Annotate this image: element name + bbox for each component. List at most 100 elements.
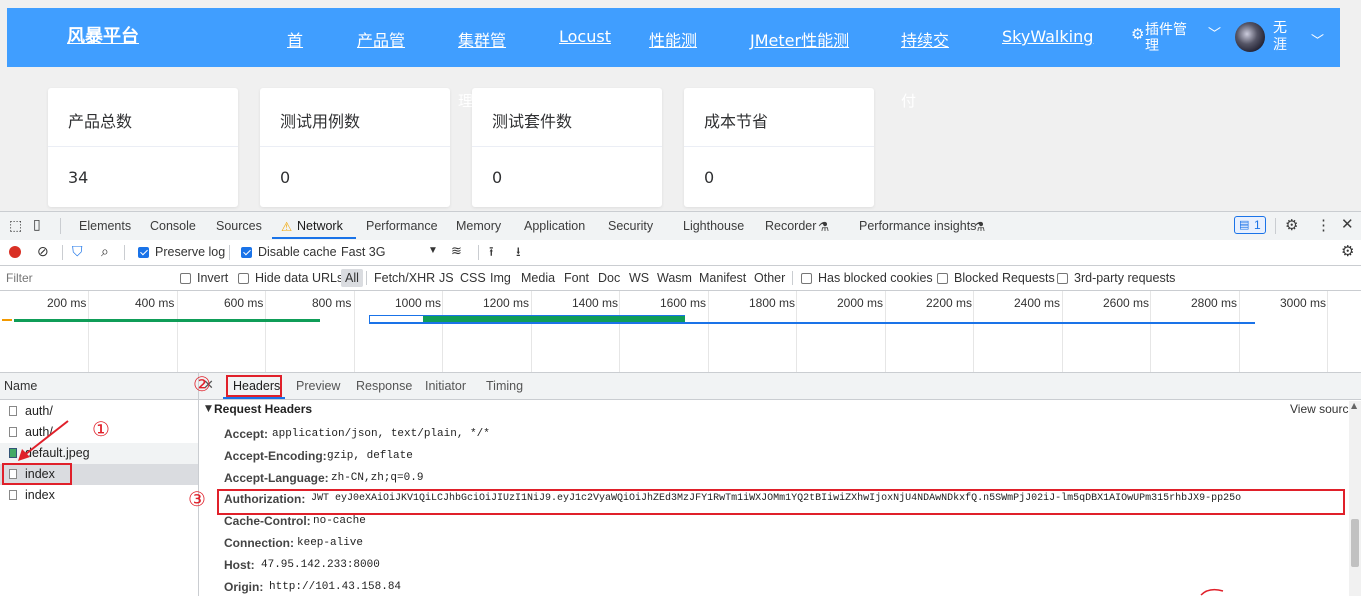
filter-type-css[interactable]: CSS	[460, 271, 486, 285]
caret-down-icon[interactable]: ▼	[428, 245, 438, 256]
tab-console[interactable]: Console	[150, 219, 196, 233]
nav-continuous-delivery[interactable]: 持续交	[901, 27, 949, 51]
caret-down-icon[interactable]: ▼	[205, 404, 212, 414]
username[interactable]: 无涯	[1273, 20, 1297, 54]
header-value: application/json, text/plain, */*	[272, 428, 490, 440]
section-title[interactable]: Request Headers	[214, 402, 312, 416]
third-party-checkbox[interactable]	[1057, 273, 1068, 284]
tab-memory[interactable]: Memory	[456, 219, 501, 233]
filter-type-other[interactable]: Other	[754, 271, 785, 285]
nav-cluster[interactable]: 集群管	[458, 27, 506, 51]
tick-label: 1600 ms	[660, 296, 707, 310]
nav-home[interactable]: 首	[287, 27, 303, 51]
record-stop-icon[interactable]	[9, 246, 21, 258]
invert-checkbox[interactable]	[180, 273, 191, 284]
divider	[684, 146, 874, 147]
filter-type-wasm[interactable]: Wasm	[657, 271, 692, 285]
message-icon: ▤	[1239, 218, 1250, 231]
filter-type-all[interactable]: All	[341, 269, 363, 287]
tab-lighthouse[interactable]: Lighthouse	[683, 219, 744, 233]
tick-label: 2800 ms	[1191, 296, 1238, 310]
tab-security[interactable]: Security	[608, 219, 653, 233]
filter-type-ws[interactable]: WS	[629, 271, 649, 285]
hide-data-urls-checkbox[interactable]	[238, 273, 249, 284]
header-name: Cache-Control:	[224, 514, 311, 528]
clear-icon[interactable]: ⊘	[37, 243, 49, 260]
tab-timing[interactable]: Timing	[486, 379, 523, 393]
devtools-tabbar: ⬚ ▯ Elements Console Sources ⚠ Network P…	[0, 211, 1361, 241]
divider	[478, 245, 479, 260]
stat-card-suites: 测试套件数 0	[472, 88, 662, 207]
tab-preview[interactable]: Preview	[296, 379, 340, 393]
tab-application[interactable]: Application	[524, 219, 585, 233]
filter-type-js[interactable]: JS	[439, 271, 454, 285]
filter-type-doc[interactable]: Doc	[598, 271, 620, 285]
blocked-cookies-checkbox[interactable]	[801, 273, 812, 284]
tab-recorder[interactable]: Recorder	[765, 219, 816, 233]
tab-network[interactable]: Network	[297, 219, 343, 233]
view-source-link[interactable]: View source	[1290, 402, 1355, 416]
waterfall-bar	[14, 319, 320, 322]
header-name: Connection:	[224, 536, 294, 550]
card-title: 成本节省	[704, 112, 769, 131]
avatar[interactable]	[1235, 22, 1265, 52]
filter-input[interactable]	[2, 269, 172, 286]
filter-type-manifest[interactable]: Manifest	[699, 271, 746, 285]
divider	[260, 146, 450, 147]
nav-overflow-text: 付	[901, 92, 917, 110]
chevron-down-icon[interactable]: ﹀	[1311, 30, 1324, 49]
annotation-marker: ①	[92, 417, 110, 441]
tab-initiator[interactable]: Initiator	[425, 379, 466, 393]
card-value: 34	[68, 168, 89, 187]
preserve-log-checkbox[interactable]	[138, 247, 149, 258]
tab-elements[interactable]: Elements	[79, 219, 131, 233]
close-icon[interactable]: ✕	[1341, 215, 1354, 233]
settings-gear-icon[interactable]: ⚙	[1285, 216, 1298, 234]
timeline-overview[interactable]: 200 ms 400 ms 600 ms 800 ms 1000 ms 1200…	[0, 291, 1361, 373]
network-settings-gear-icon[interactable]: ⚙	[1341, 242, 1354, 260]
device-toggle-icon[interactable]: ▯	[33, 216, 41, 233]
network-conditions-icon[interactable]: ≋	[451, 243, 462, 259]
annotation-arrow	[18, 420, 69, 461]
more-menu-icon[interactable]: ⋮	[1316, 216, 1331, 234]
issues-badge[interactable]: ▤ 1	[1234, 216, 1266, 234]
filter-type-media[interactable]: Media	[521, 271, 555, 285]
nav-overflow-text: 理	[458, 92, 474, 110]
brand-logo[interactable]: 风暴平台	[67, 22, 139, 48]
search-icon[interactable]: ⌕	[101, 243, 109, 260]
grid-line	[619, 291, 620, 372]
export-har-icon[interactable]: ⭳	[516, 243, 521, 265]
document-icon	[9, 490, 17, 500]
scroll-up-icon[interactable]: ▲	[1351, 401, 1357, 410]
scrollbar[interactable]: ▲	[1349, 401, 1361, 596]
blocked-requests-checkbox[interactable]	[937, 273, 948, 284]
filter-type-img[interactable]: Img	[490, 271, 511, 285]
inspect-icon[interactable]: ⬚	[9, 217, 22, 234]
document-icon	[9, 406, 17, 416]
request-row[interactable]: index	[0, 485, 198, 506]
tab-performance-insights[interactable]: Performance insights	[859, 219, 976, 233]
waterfall-bar	[2, 319, 12, 321]
disable-cache-checkbox[interactable]	[241, 247, 252, 258]
tab-performance[interactable]: Performance	[366, 219, 438, 233]
card-title: 测试套件数	[492, 112, 573, 131]
nav-jmeter[interactable]: JMeter性能测	[750, 27, 849, 51]
throttling-select[interactable]: Fast 3G	[341, 245, 385, 259]
import-har-icon[interactable]: ⭱	[489, 243, 494, 265]
nav-locust[interactable]: Locust	[559, 27, 611, 46]
header-name: Accept-Language:	[224, 471, 329, 485]
name-column-header[interactable]: Name	[4, 379, 37, 393]
scrollbar-thumb[interactable]	[1351, 519, 1359, 567]
annotation-box	[217, 489, 1345, 515]
grid-line	[442, 291, 443, 372]
tick-label: 1200 ms	[483, 296, 530, 310]
nav-performance[interactable]: 性能测	[649, 27, 697, 51]
filter-type-fetch-xhr[interactable]: Fetch/XHR	[374, 271, 435, 285]
nav-product[interactable]: 产品管	[357, 27, 405, 51]
filter-type-font[interactable]: Font	[564, 271, 589, 285]
tick-label: 3000 ms	[1280, 296, 1327, 310]
filter-icon[interactable]: ⛉	[72, 243, 83, 260]
tab-response[interactable]: Response	[356, 379, 412, 393]
tab-sources[interactable]: Sources	[216, 219, 262, 233]
nav-skywalking[interactable]: SkyWalking	[1002, 27, 1093, 46]
